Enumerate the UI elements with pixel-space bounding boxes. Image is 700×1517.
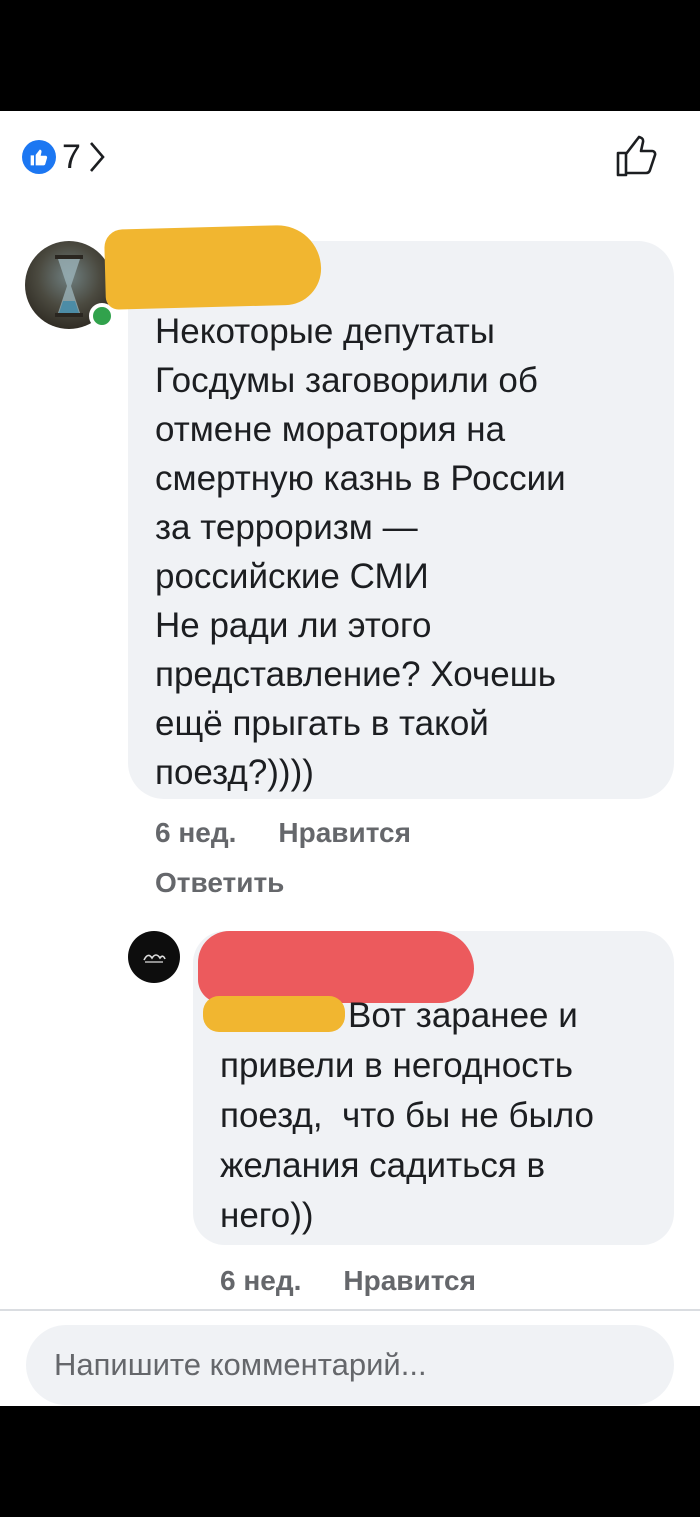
like-button[interactable]: Нравится [278, 817, 411, 849]
navigation-bar-blackout [0, 1406, 700, 1517]
like-button[interactable]: Нравится [343, 1265, 476, 1297]
reply-text-first-line: Вот заранее и [348, 996, 578, 1035]
thumbs-up-icon [22, 140, 56, 174]
redacted-author-name [103, 224, 323, 310]
comment-actions: 6 нед. Нравится [155, 817, 411, 849]
hourglass-icon [55, 255, 83, 317]
reaction-count: 7 [62, 137, 81, 176]
like-outline-icon[interactable] [614, 133, 660, 184]
logo-icon [143, 954, 166, 963]
divider [0, 1309, 700, 1311]
comment-composer[interactable] [26, 1325, 674, 1405]
reply-button[interactable]: Ответить [155, 867, 284, 899]
reply-actions: 6 нед. Нравится [220, 1265, 476, 1297]
reply-timestamp[interactable]: 6 нед. [220, 1265, 301, 1297]
reply-text: Вот заранее и привели в негодность поезд… [220, 991, 660, 1241]
chevron-right-icon [87, 140, 107, 174]
status-bar-blackout [0, 0, 700, 111]
avatar[interactable] [128, 931, 180, 983]
reply-text-rest: привели в негодность поезд, что бы не бы… [220, 1046, 594, 1235]
reactions-summary[interactable]: 7 [22, 135, 107, 179]
comment-timestamp[interactable]: 6 нед. [155, 817, 236, 849]
comment-text: Некоторые депутаты Госдумы заговорили об… [155, 312, 566, 792]
comments-screen: 7 Некоторые депутаты Госдумы заговорили … [0, 111, 700, 1406]
comment-input[interactable] [54, 1347, 674, 1383]
